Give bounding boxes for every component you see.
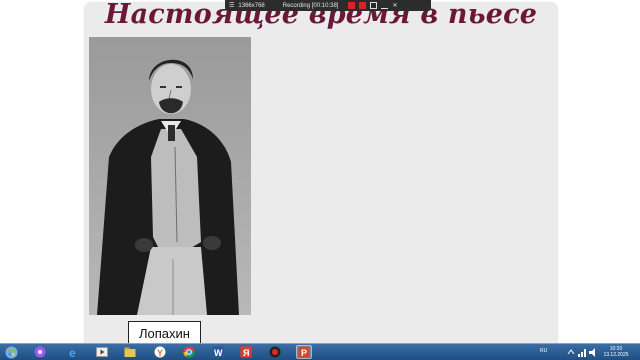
screen-recorder-bar: ☰ 1366x768 Recording [00:10:38] ✕ <box>225 0 431 11</box>
clock[interactable]: 10:20 13.12.2025 <box>602 346 630 358</box>
pause-icon[interactable] <box>348 2 356 9</box>
right-letterbox <box>556 0 640 343</box>
internet-explorer-icon[interactable]: e <box>66 345 82 359</box>
svg-text:e: e <box>69 346 76 358</box>
svg-text:Я: Я <box>243 348 249 358</box>
presentation-slide: Настоящее время в пьесе Лопахин <box>85 3 557 343</box>
recorder-app-icon[interactable] <box>267 345 283 359</box>
media-player-icon[interactable] <box>94 345 110 359</box>
left-letterbox <box>0 0 84 343</box>
windows-taskbar: e Y W Я P RU 10:20 13.12.2025 <box>0 343 640 360</box>
yandex-browser-icon[interactable]: Y <box>152 345 168 359</box>
portrait-caption: Лопахин <box>128 321 201 343</box>
menu-icon[interactable]: ☰ <box>229 2 234 9</box>
file-explorer-icon[interactable] <box>122 345 138 359</box>
volume-icon[interactable] <box>585 345 601 359</box>
language-indicator[interactable]: RU <box>540 348 547 354</box>
lopakhin-portrait-photo <box>89 37 251 315</box>
stop-icon[interactable] <box>359 2 367 9</box>
powerpoint-icon[interactable]: P <box>296 345 312 359</box>
start-button[interactable] <box>3 345 19 359</box>
yandex-icon[interactable]: Я <box>238 345 254 359</box>
svg-text:P: P <box>301 348 307 358</box>
pen-icon[interactable] <box>381 2 389 9</box>
chrome-icon[interactable] <box>181 345 197 359</box>
resolution-readout: 1366x768 <box>238 2 265 9</box>
word-icon[interactable]: W <box>210 345 226 359</box>
clock-date: 13.12.2025 <box>603 352 629 358</box>
camera-icon[interactable] <box>370 2 378 9</box>
recording-status: Recording [00:10:38] <box>282 2 339 9</box>
close-icon[interactable]: ✕ <box>392 2 397 9</box>
alice-browser-icon[interactable] <box>32 345 48 359</box>
svg-text:W: W <box>214 348 223 358</box>
svg-text:Y: Y <box>157 348 163 358</box>
